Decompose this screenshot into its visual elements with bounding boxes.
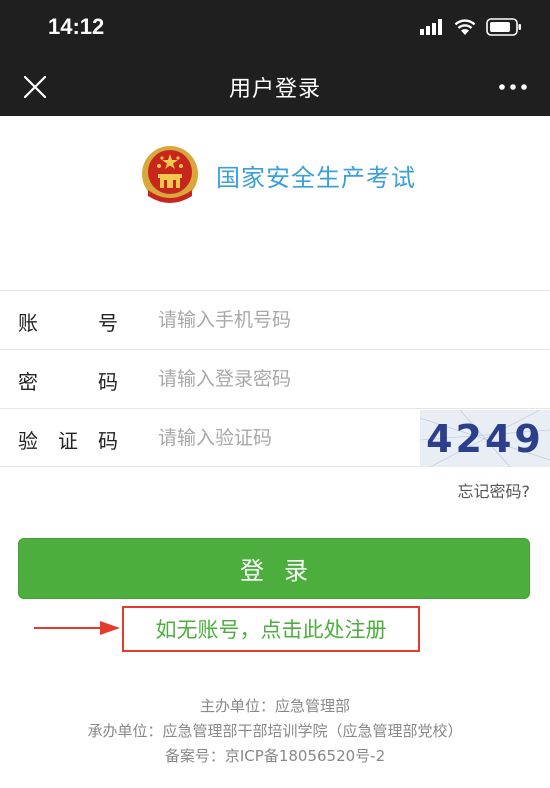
national-emblem-icon xyxy=(142,146,198,203)
battery-icon xyxy=(486,18,521,36)
label-char: 证 xyxy=(58,429,78,453)
label-char: 码 xyxy=(98,370,118,394)
brand-header: 国家安全生产考试 xyxy=(140,144,416,206)
password-row: 密 码 xyxy=(0,349,550,408)
register-link[interactable]: 如无账号，点击此处注册 xyxy=(122,606,420,652)
login-button[interactable]: 登录 xyxy=(18,538,530,599)
arrow-right-icon xyxy=(34,621,120,635)
password-input[interactable] xyxy=(158,360,408,398)
login-form: 账 号 密 码 验 证 码 4249 xyxy=(0,290,550,467)
footer-host: 主办单位：应急管理部 xyxy=(199,697,350,715)
footer: 主办单位：应急管理部 承办单位：应急管理部干部培训学院（应急管理部党校） 备案号… xyxy=(0,694,550,769)
phone-input[interactable] xyxy=(158,301,408,339)
footer-icp: 备案号：京ICP备18056520号-2 xyxy=(164,747,386,765)
label-char: 验 xyxy=(18,429,38,453)
account-label: 账 号 xyxy=(18,307,118,336)
status-icons xyxy=(420,18,522,36)
navigation-bar: 用户登录 xyxy=(0,58,550,116)
captcha-row: 验 证 码 4249 xyxy=(0,408,550,467)
captcha-input[interactable] xyxy=(158,419,408,457)
captcha-label: 验 证 码 xyxy=(18,425,118,454)
password-label: 密 码 xyxy=(18,366,118,395)
signal-icon xyxy=(420,19,442,35)
brand-name: 国家安全生产考试 xyxy=(216,163,416,192)
footer-organizer: 承办单位：应急管理部干部培训学院（应急管理部党校） xyxy=(87,722,463,740)
label-char: 账 xyxy=(18,311,38,335)
more-icon[interactable] xyxy=(498,74,528,100)
status-bar: 14:12 xyxy=(0,0,550,58)
status-time: 14:12 xyxy=(48,14,105,39)
label-char: 码 xyxy=(98,429,118,453)
label-char: 号 xyxy=(98,311,118,335)
captcha-text: 4249 xyxy=(426,417,544,461)
account-row: 账 号 xyxy=(0,290,550,349)
forgot-password-link[interactable]: 忘记密码? xyxy=(458,478,531,502)
label-char: 密 xyxy=(18,370,38,394)
captcha-image[interactable]: 4249 xyxy=(420,410,550,467)
wifi-icon xyxy=(454,19,476,35)
page-title: 用户登录 xyxy=(228,77,321,102)
